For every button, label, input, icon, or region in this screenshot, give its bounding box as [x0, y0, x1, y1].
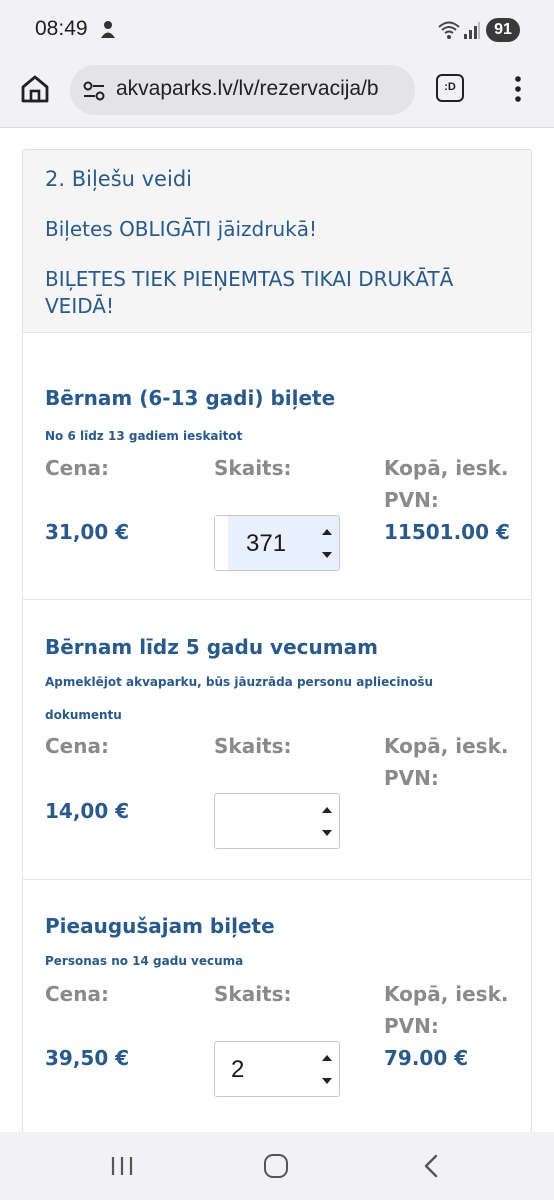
total-label: Kopā, iesk. PVN:: [384, 456, 509, 512]
more-options-icon[interactable]: [508, 74, 528, 104]
back-icon[interactable]: [422, 1154, 440, 1178]
system-nav-bar: [0, 1132, 554, 1200]
decrement-arrow-icon[interactable]: [322, 552, 332, 558]
count-label: Skaits:: [214, 734, 292, 758]
count-label: Skaits:: [214, 982, 292, 1006]
card-header: 2. Biļešu veidi Biļetes OBLIGĀTI jāizdru…: [23, 150, 531, 333]
price-label: Cena:: [45, 456, 109, 480]
ticket-total: 79.00 €: [384, 1046, 469, 1070]
ticket-price: 31,00 €: [45, 520, 130, 544]
quantity-input[interactable]: 2: [214, 1041, 340, 1097]
quantity-value: 371: [246, 530, 287, 557]
recent-apps-icon[interactable]: [110, 1156, 134, 1176]
print-notice: Biļetes OBLIGĀTI jāizdrukā!: [45, 217, 317, 241]
tab-switcher-icon[interactable]: :D: [436, 74, 464, 102]
ticket-adult: Pieaugušajam biļete Personas no 14 gadu …: [23, 881, 531, 1138]
price-label: Cena:: [45, 982, 109, 1006]
status-time: 08:49: [35, 17, 88, 40]
decrement-arrow-icon[interactable]: [322, 1078, 332, 1084]
site-settings-icon[interactable]: [82, 80, 106, 102]
total-label: Kopā, iesk. PVN:: [384, 982, 509, 1038]
wifi-icon: [438, 21, 460, 39]
quantity-input[interactable]: [214, 793, 340, 849]
ticket-price: 14,00 €: [45, 799, 130, 823]
ticket-total: 11501.00 €: [384, 520, 510, 544]
count-label: Skaits:: [214, 456, 292, 480]
home-icon[interactable]: [19, 73, 51, 105]
decrement-arrow-icon[interactable]: [322, 830, 332, 836]
signal-icon: [464, 22, 480, 39]
ticket-description: No 6 līdz 13 gadiem ieskaitot: [45, 429, 243, 443]
browser-toolbar: akvaparks.lv/lv/rezervacija/b :D: [0, 62, 554, 128]
battery-indicator: 91: [486, 18, 520, 42]
ticket-name: Bērnam līdz 5 gadu vecumam: [45, 635, 378, 659]
accept-notice: BIĻETES TIEK PIEŅEMTAS TIKAI DRUKĀTĀ VEI…: [45, 267, 454, 318]
ticket-types-card: 2. Biļešu veidi Biļetes OBLIGĀTI jāizdru…: [22, 149, 532, 1139]
ticket-child-under-5: Bērnam līdz 5 gadu vecumam Apmeklējot ak…: [23, 601, 531, 880]
url-text: akvaparks.lv/lv/rezervacija/b: [116, 77, 379, 100]
ticket-name: Bērnam (6-13 gadi) biļete: [45, 386, 336, 410]
ticket-description: Apmeklējot akvaparku, būs jāuzrāda perso…: [45, 675, 434, 722]
ticket-name: Pieaugušajam biļete: [45, 914, 275, 938]
ticket-child-6-13: Bērnam (6-13 gadi) biļete No 6 līdz 13 g…: [23, 334, 531, 600]
status-bar: 08:49 91: [0, 0, 554, 62]
increment-arrow-icon[interactable]: [322, 1055, 332, 1061]
ticket-description: Personas no 14 gadu vecuma: [45, 954, 244, 968]
notification-icon: [101, 21, 115, 38]
home-nav-icon[interactable]: [264, 1154, 288, 1178]
ticket-price: 39,50 €: [45, 1046, 130, 1070]
address-bar[interactable]: akvaparks.lv/lv/rezervacija/b: [70, 65, 415, 115]
total-label: Kopā, iesk. PVN:: [384, 734, 509, 790]
price-label: Cena:: [45, 734, 109, 758]
quantity-input[interactable]: 371: [214, 515, 340, 571]
increment-arrow-icon[interactable]: [322, 807, 332, 813]
increment-arrow-icon[interactable]: [322, 529, 332, 535]
quantity-value: 2: [231, 1056, 245, 1083]
section-title: 2. Biļešu veidi: [45, 167, 192, 191]
